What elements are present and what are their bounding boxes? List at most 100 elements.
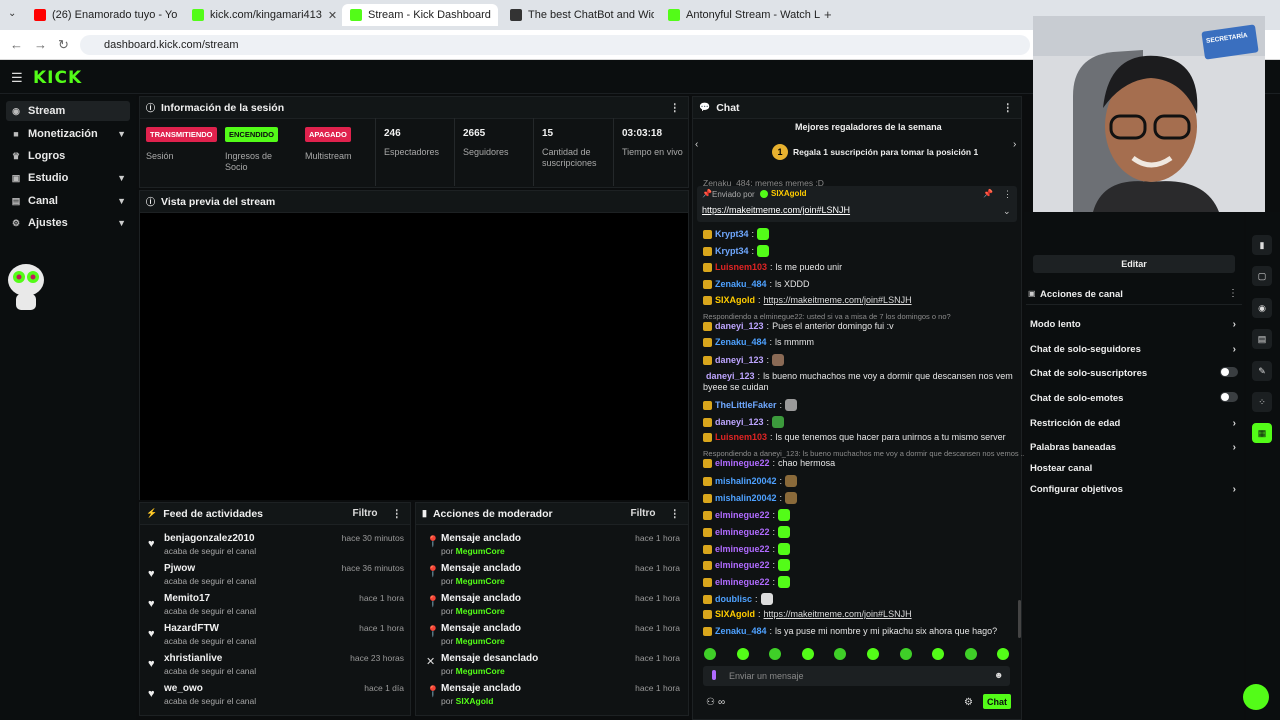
close-tab-icon[interactable]: ✕ [497, 9, 498, 22]
send-chat-button[interactable]: Chat [983, 694, 1011, 709]
rail-button-6[interactable]: ⁘ [1252, 392, 1272, 412]
follower-name[interactable]: HazardFTW [164, 623, 219, 634]
emote-picker-icon[interactable] [899, 648, 912, 660]
back-icon[interactable]: ← [10, 37, 23, 52]
kebab-menu-icon[interactable]: ⋮ [1003, 189, 1012, 200]
rail-button-2[interactable]: ▢ [1252, 266, 1272, 286]
channel-action-item[interactable]: Modo lento › [1030, 319, 1240, 330]
url-field[interactable]: dashboard.kick.com/stream [80, 35, 1030, 55]
tab-antonyful[interactable]: Antonyful Stream - Watch Live ✕ [660, 4, 820, 26]
chat-link[interactable]: https://makeitmeme.com/join#LSNJH [764, 609, 912, 619]
sidebar-item-stream[interactable]: ◉ Stream [6, 101, 130, 121]
moderator-name[interactable]: MegumCore [456, 666, 505, 676]
tab-search-icon[interactable]: ⌄ [8, 8, 16, 19]
chat-input[interactable]: Enviar un mensaje ☻ [703, 666, 1010, 686]
gift-sub-cta[interactable]: Regala 1 suscripción para tomar la posic… [793, 147, 978, 157]
chat-username[interactable]: mishalin20042 [715, 493, 777, 503]
channel-action-item[interactable]: Hostear canal [1030, 463, 1240, 474]
chat-username[interactable]: Luisnem103 [715, 262, 767, 272]
chat-username[interactable]: elminegue22 [715, 527, 770, 537]
chat-username[interactable]: SIXAgold [715, 609, 755, 619]
kebab-menu-icon[interactable]: ⋮ [392, 508, 403, 520]
pinned-user[interactable]: SIXAgold [771, 189, 807, 198]
support-chat-icon[interactable] [1243, 684, 1269, 710]
chevron-right-icon[interactable]: › [1013, 139, 1016, 150]
chat-username[interactable]: Zenaku_484 [715, 626, 767, 636]
toggle-switch[interactable] [1220, 367, 1238, 377]
tab-youtube[interactable]: (26) Enamorado tuyo - YouTube ✕ [26, 4, 178, 26]
users-icon[interactable]: ⚇ [706, 697, 715, 708]
rail-button-5[interactable]: ✎ [1252, 361, 1272, 381]
chat-username[interactable]: daneyi_123 [706, 371, 755, 381]
moderator-name[interactable]: MegumCore [456, 546, 505, 556]
filter-button[interactable]: Filtro [353, 508, 378, 519]
toggle-switch[interactable] [1220, 392, 1238, 402]
chat-username[interactable]: daneyi_123 [715, 355, 764, 365]
channel-action-item[interactable]: Chat de solo-emotes [1030, 392, 1240, 404]
pin-toggle-icon[interactable]: 📌 [983, 189, 993, 198]
emote-picker-icon[interactable] [736, 648, 749, 660]
chevron-down-icon[interactable]: ⌄ [1003, 206, 1011, 217]
rail-button-3[interactable]: ◉ [1252, 298, 1272, 318]
kebab-menu-icon[interactable]: ⋮ [670, 102, 681, 114]
scrollbar[interactable] [1018, 600, 1021, 638]
emote-picker-icon[interactable] [867, 648, 879, 660]
moderator-name[interactable]: MegumCore [456, 606, 505, 616]
gear-icon[interactable]: ⚙ [964, 697, 973, 708]
tab-kick-dashboard[interactable]: Stream - Kick Dashboard ✕ [342, 4, 498, 26]
sidebar-item-logros[interactable]: ♛ Logros [6, 146, 130, 166]
follower-name[interactable]: Pjwow [164, 563, 195, 574]
stream-video[interactable] [140, 214, 688, 500]
forward-icon[interactable]: → [34, 37, 47, 52]
sidebar-item-ajustes[interactable]: ⚙ Ajustes ▼ [6, 213, 130, 233]
tab-chatbot[interactable]: The best ChatBot and Widg ✕ [502, 4, 654, 26]
rail-button-7[interactable]: ▦ [1252, 423, 1272, 443]
close-tab-icon[interactable]: ✕ [328, 9, 336, 22]
chat-link[interactable]: https://makeitmeme.com/join#LSNJH [764, 295, 912, 305]
chat-username[interactable]: daneyi_123 [715, 417, 764, 427]
pinned-link[interactable]: https://makeitmeme.com/join#LSNJH [702, 205, 850, 215]
emoji-icon[interactable]: ☻ [994, 670, 1003, 680]
kick-logo[interactable]: KICK [33, 68, 82, 88]
pinned-message[interactable]: 📌 Enviado por SIXAgold https://makeitmem… [697, 186, 1017, 222]
chevron-left-icon[interactable]: ‹ [695, 139, 698, 150]
channel-action-item[interactable]: Chat de solo-suscriptores [1030, 367, 1240, 379]
kebab-menu-icon[interactable]: ⋮ [670, 508, 681, 520]
chat-username[interactable]: daneyi_123 [715, 321, 764, 331]
chat-username[interactable]: mishalin20042 [715, 476, 777, 486]
chat-username[interactable]: Zenaku_484 [715, 337, 767, 347]
filter-button[interactable]: Filtro [631, 508, 656, 519]
channel-action-item[interactable]: Palabras baneadas › [1030, 442, 1240, 453]
tab-kick-channel[interactable]: kick.com/kingamari413 ✕ [184, 4, 336, 26]
kebab-menu-icon[interactable]: ⋮ [1228, 288, 1238, 299]
follower-name[interactable]: Memito17 [164, 593, 210, 604]
kebab-menu-icon[interactable]: ⋮ [1003, 102, 1014, 114]
chat-username[interactable]: elminegue22 [715, 510, 770, 520]
moderator-name[interactable]: SIXAgold [456, 696, 494, 706]
moderator-name[interactable]: MegumCore [456, 576, 505, 586]
chat-username[interactable]: doublisc [715, 594, 752, 604]
follower-name[interactable]: xhristianlive [164, 653, 222, 664]
moderator-name[interactable]: MegumCore [456, 636, 505, 646]
chat-username[interactable]: SIXAgold [715, 295, 755, 305]
follower-name[interactable]: we_owo [164, 683, 203, 694]
emote-picker-icon[interactable] [704, 648, 716, 660]
chat-username[interactable]: elminegue22 [715, 560, 770, 570]
follower-name[interactable]: benjagonzalez2010 [164, 533, 255, 544]
sidebar-item-estudio[interactable]: ▣ Estudio ▼ [6, 168, 130, 188]
chat-username[interactable]: Zenaku_484 [715, 279, 767, 289]
rail-button-1[interactable]: ▮ [1252, 235, 1272, 255]
menu-icon[interactable]: ☰ [11, 70, 23, 86]
emote-picker-icon[interactable] [964, 648, 977, 660]
edit-button[interactable]: Editar [1033, 255, 1235, 273]
channel-action-item[interactable]: Configurar objetivos › [1030, 484, 1240, 495]
rail-button-4[interactable]: ▤ [1252, 329, 1272, 349]
sidebar-item-canal[interactable]: ▤ Canal ▼ [6, 191, 130, 211]
channel-action-item[interactable]: Chat de solo-seguidores › [1030, 344, 1240, 355]
chat-username[interactable]: elminegue22 [715, 458, 770, 468]
chat-username[interactable]: TheLittleFaker [715, 400, 777, 410]
sidebar-item-monetizacion[interactable]: ■ Monetización ▼ [6, 124, 130, 144]
chat-username[interactable]: Luisnem103 [715, 432, 767, 442]
new-tab-icon[interactable]: + [824, 7, 832, 22]
chat-username[interactable]: elminegue22 [715, 544, 770, 554]
